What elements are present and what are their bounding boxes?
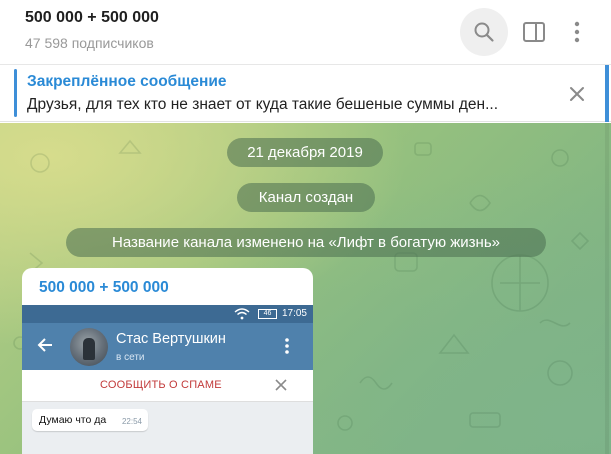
sidebar-toggle-icon xyxy=(523,22,545,42)
date-separator: 21 декабря 2019 xyxy=(227,138,383,167)
search-icon xyxy=(474,22,494,42)
more-vertical-icon xyxy=(574,21,580,43)
contact-name: Стас Вертушкин xyxy=(116,331,226,347)
close-icon xyxy=(570,87,584,101)
phone-status-bar: 46 17:05 xyxy=(22,305,313,323)
inner-message-bubble: Думаю что да 22:54 xyxy=(32,409,148,431)
pinned-title: Закреплённое сообщение xyxy=(27,73,227,90)
contact-status: в сети xyxy=(116,352,145,363)
message-photo[interactable]: 46 17:05 Стас Вертушкин в сети СООБЩИТЬ … xyxy=(22,305,313,454)
message-bubble[interactable]: 500 000 + 500 000 46 17:05 Стас Вертушки… xyxy=(22,268,313,454)
chat-header: 500 000 + 500 000 47 598 подписчиков xyxy=(0,0,611,65)
chat-history: 21 декабря 2019 Канал создан Название ка… xyxy=(0,123,611,454)
pinned-text: Друзья, для тех кто не знает от куда так… xyxy=(27,96,499,113)
scrollbar-thumb[interactable] xyxy=(605,65,609,122)
service-message-renamed: Название канала изменено на «Лифт в бога… xyxy=(66,228,546,257)
close-icon xyxy=(275,379,287,391)
battery-level: 46 xyxy=(258,309,277,319)
chat-scrollbar[interactable] xyxy=(605,123,609,454)
more-vertical-icon xyxy=(285,338,289,354)
report-spam-label: СООБЩИТЬ О СПАМЕ xyxy=(100,379,222,391)
inner-message-time: 22:54 xyxy=(121,417,142,426)
search-button[interactable] xyxy=(460,8,508,56)
pinned-message-bar[interactable]: Закреплённое сообщение Друзья, для тех к… xyxy=(0,65,611,122)
report-spam-bar: СООБЩИТЬ О СПАМЕ xyxy=(22,370,313,402)
service-message-created: Канал создан xyxy=(237,183,375,212)
channel-title[interactable]: 500 000 + 500 000 xyxy=(25,9,159,27)
wifi-icon xyxy=(234,308,250,320)
inner-chat-toolbar: Стас Вертушкин в сети xyxy=(22,323,313,370)
phone-clock: 17:05 xyxy=(281,308,307,319)
pinned-accent-bar xyxy=(14,69,17,117)
message-sender[interactable]: 500 000 + 500 000 xyxy=(39,279,169,297)
inner-message-text: Думаю что да xyxy=(39,414,107,426)
back-arrow-icon xyxy=(37,338,52,352)
more-menu-button[interactable] xyxy=(553,8,601,56)
subscriber-count: 47 598 подписчиков xyxy=(25,35,154,51)
sidebar-toggle-button[interactable] xyxy=(510,8,558,56)
pinned-close-button[interactable] xyxy=(562,79,592,109)
avatar xyxy=(70,328,108,366)
avatar-figure xyxy=(83,338,95,360)
